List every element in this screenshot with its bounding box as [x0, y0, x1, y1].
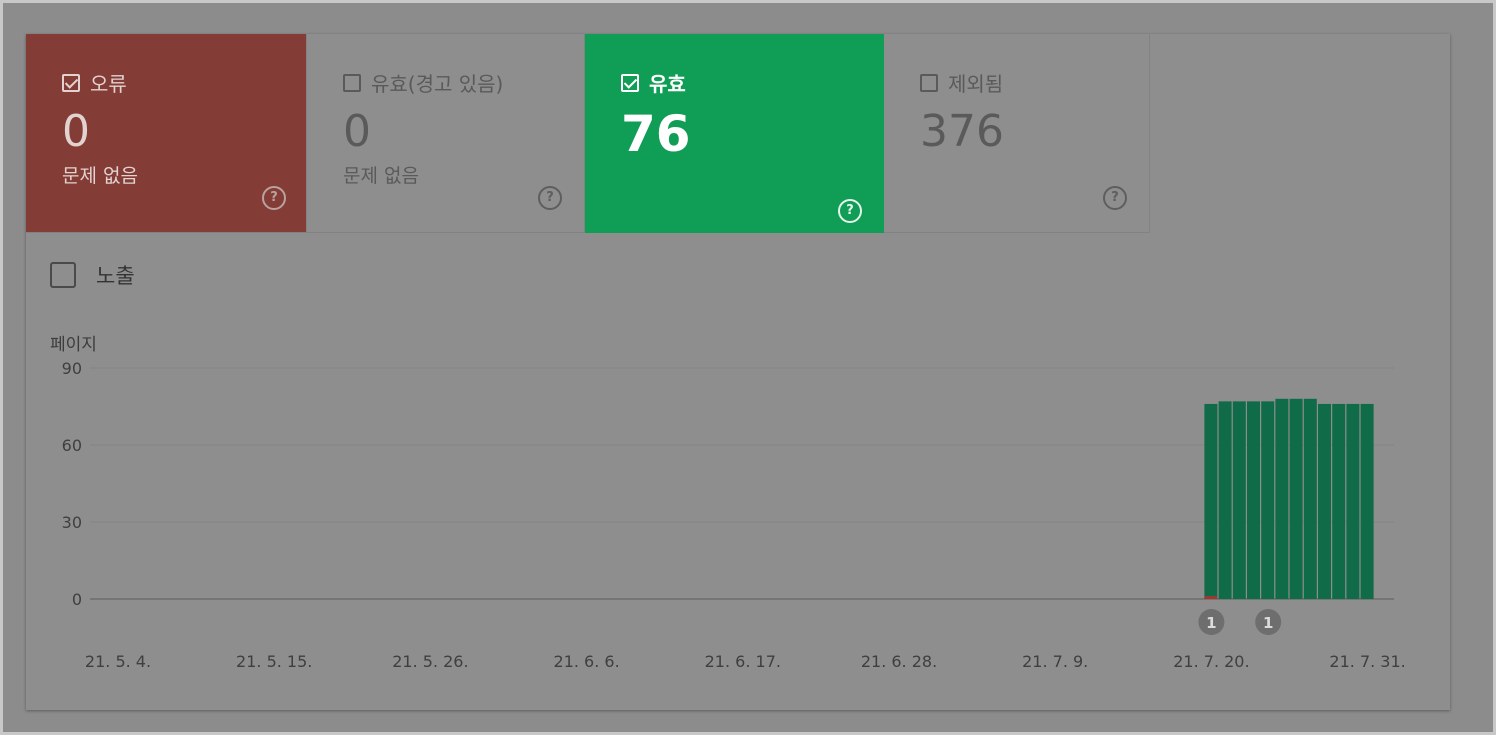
coverage-card: 오류 0 문제 없음 ? 유효(경고 있음) 0 문제 없음 ? 유효 76 ? [26, 34, 1450, 710]
annotation-label: 1 [1206, 614, 1216, 632]
x-tick-label: 21. 5. 26. [392, 652, 468, 671]
x-tick-label: 21. 6. 28. [861, 652, 937, 671]
chart-bar [1204, 403, 1218, 599]
chart-bar [1289, 398, 1303, 599]
y-tick-label: 60 [62, 436, 82, 455]
error-baseline-mark [1204, 596, 1218, 599]
x-tick-label: 21. 7. 20. [1173, 652, 1249, 671]
chart-bar [1360, 403, 1374, 599]
chart-bar [1261, 401, 1275, 599]
chart-bar [1303, 398, 1317, 599]
x-tick-label: 21. 5. 15. [236, 652, 312, 671]
chart-bar [1232, 401, 1246, 599]
x-tick-label: 21. 7. 31. [1329, 652, 1405, 671]
x-tick-label: 21. 6. 6. [554, 652, 620, 671]
x-tick-label: 21. 5. 4. [85, 652, 151, 671]
chart-bar [1332, 403, 1346, 599]
chart-bar [1318, 403, 1331, 599]
chart-bar [1218, 401, 1232, 599]
chart-svg: 90 60 30 0 1 1 21. 5. 4. 21. 5. 15. 21. 5. 26. 21… [62, 359, 1406, 671]
annotation-label: 1 [1263, 614, 1273, 632]
x-tick-label: 21. 7. 9. [1022, 652, 1088, 671]
chart-bar [1247, 401, 1260, 599]
y-tick-label: 30 [62, 513, 82, 532]
chart-bar [1346, 403, 1360, 599]
x-tick-label: 21. 6. 17. [705, 652, 781, 671]
y-tick-label: 90 [62, 359, 82, 378]
chart-bar [1275, 398, 1289, 599]
y-tick-label: 0 [72, 590, 82, 609]
